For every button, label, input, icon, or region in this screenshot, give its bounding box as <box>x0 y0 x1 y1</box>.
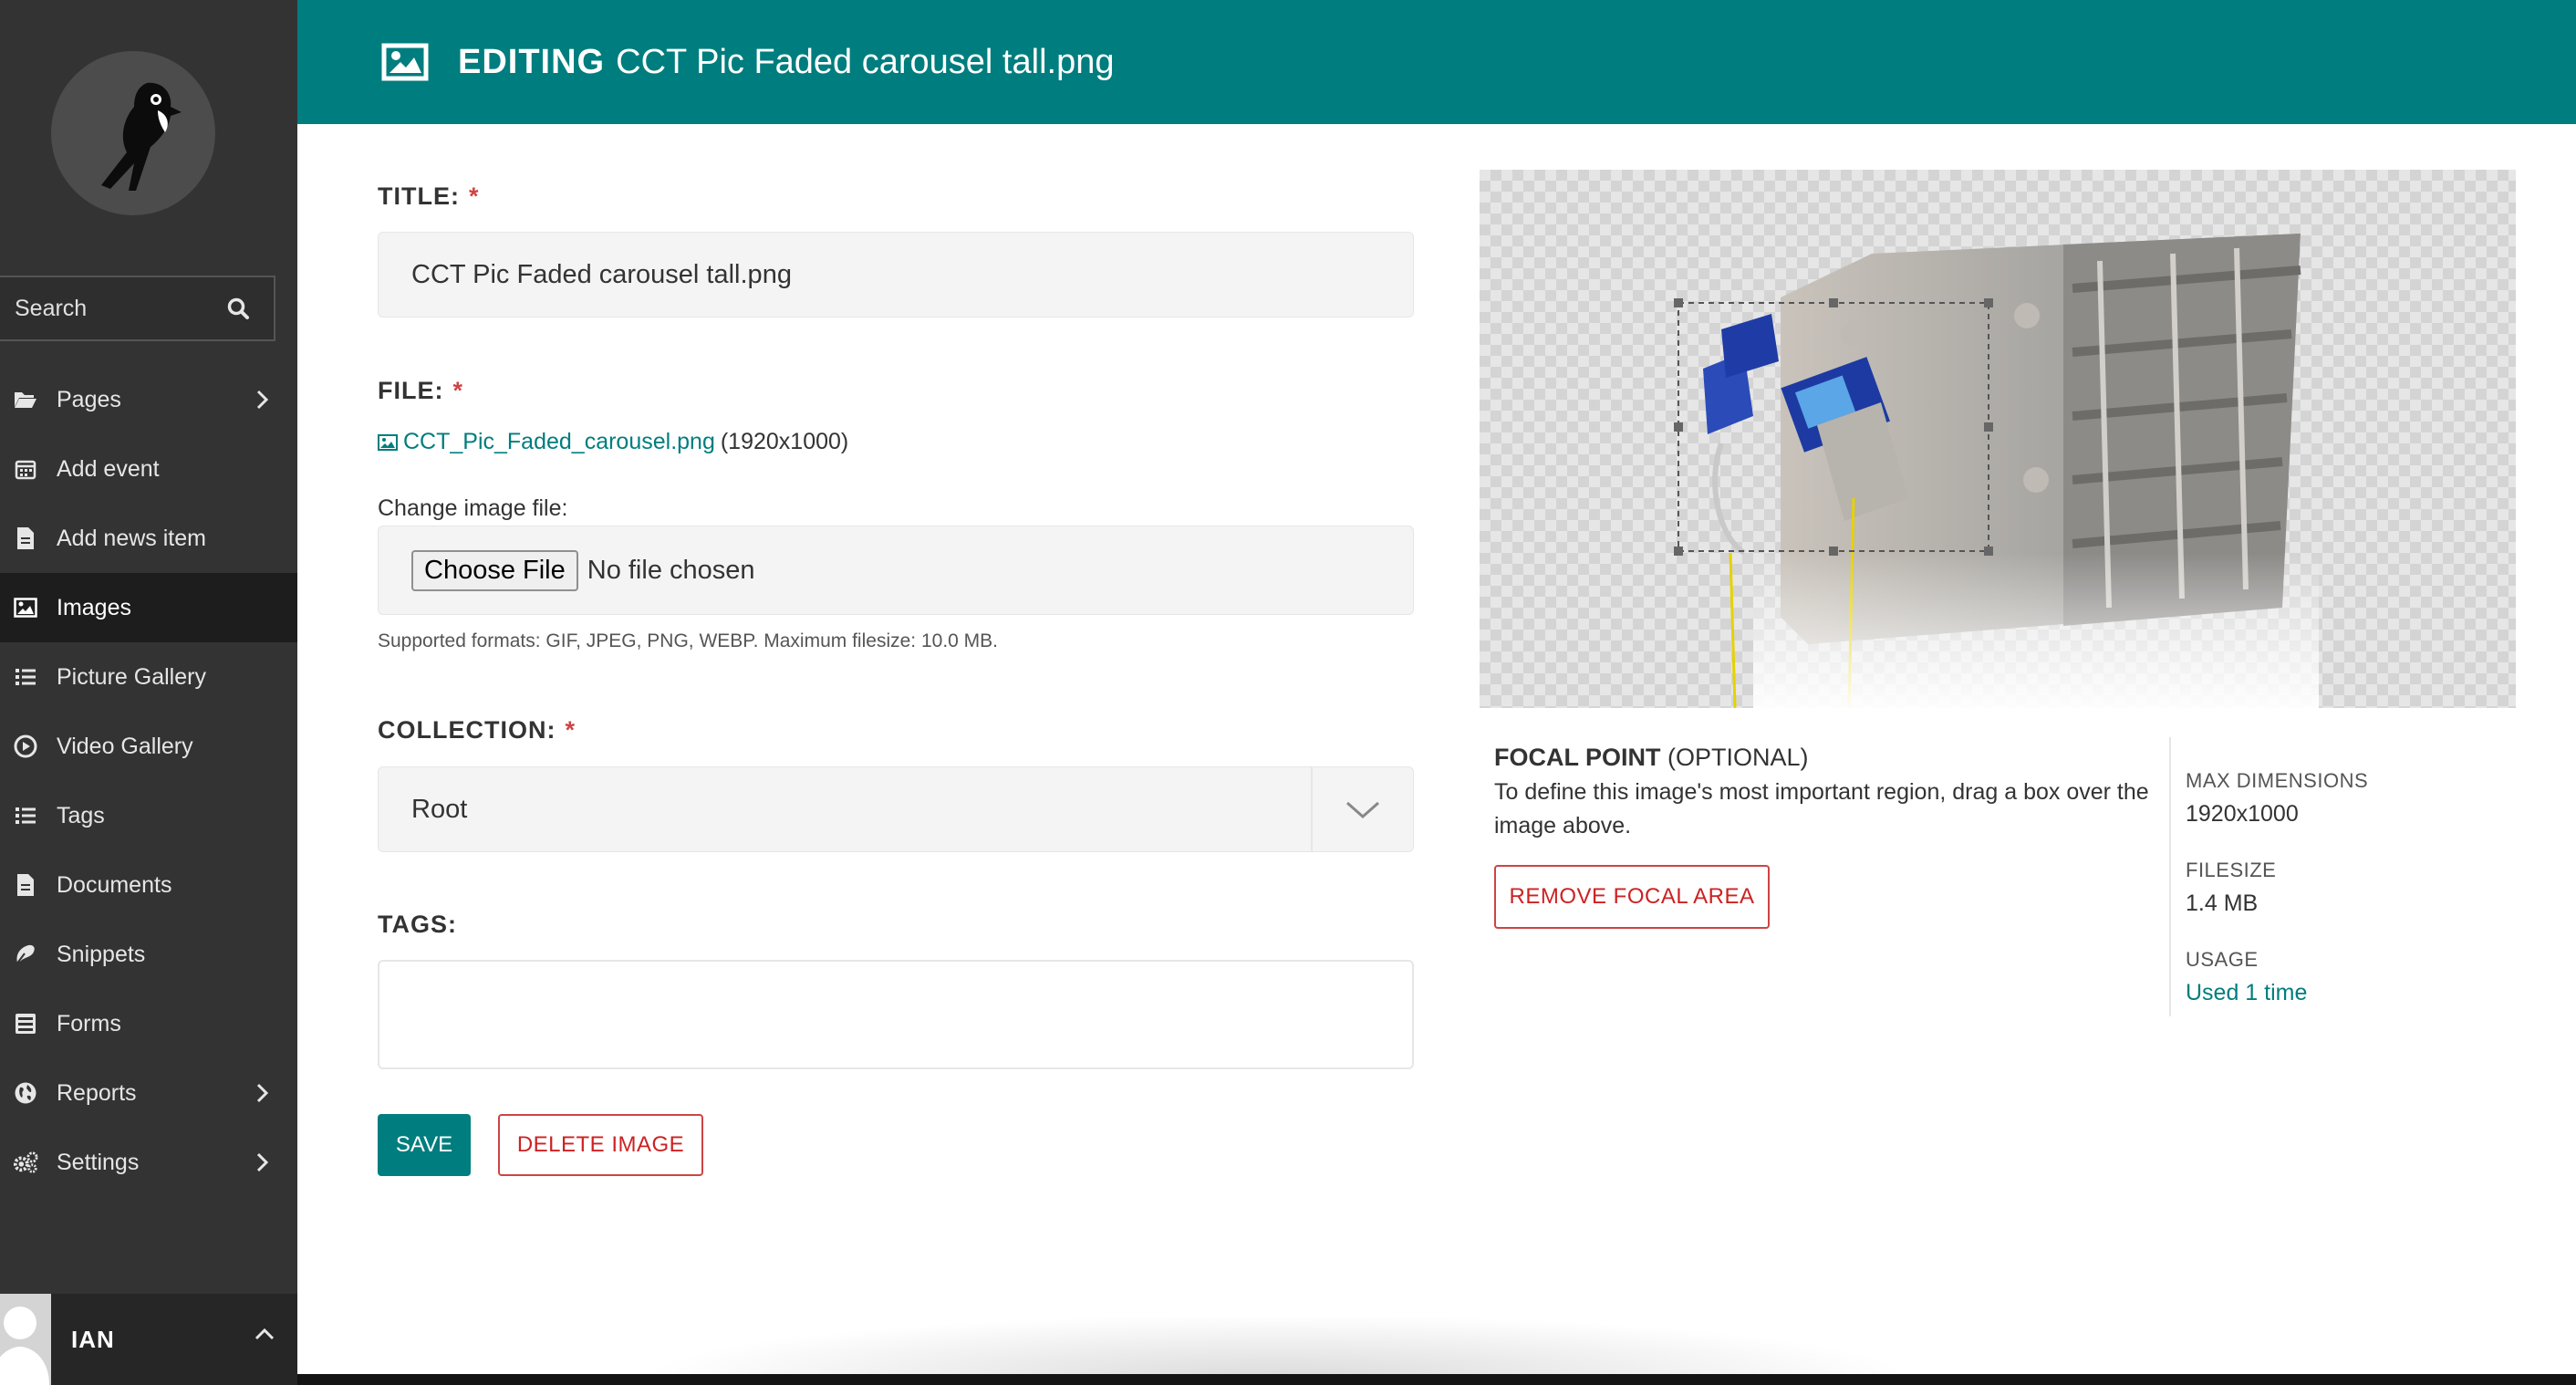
file-help-text: Supported formats: GIF, JPEG, PNG, WEBP.… <box>378 630 998 651</box>
filesize-value: 1.4 MB <box>2186 890 2259 916</box>
focal-title-strong: FOCAL POINT <box>1494 744 1661 771</box>
list-icon <box>13 803 38 828</box>
required-marker: * <box>452 377 464 404</box>
sidebar-item-label: Snippets <box>57 941 146 967</box>
change-file-label: Change image file: <box>378 495 568 521</box>
sidebar-menu: Pages Add event Add news item Images Pic… <box>0 365 297 1197</box>
sidebar-item-forms[interactable]: Forms <box>0 989 297 1058</box>
usage-label: USAGE <box>2186 948 2259 971</box>
avatar <box>0 1294 51 1385</box>
image-icon <box>381 43 429 81</box>
sidebar-item-label: Video Gallery <box>57 733 193 759</box>
save-button[interactable]: SAVE <box>378 1114 471 1176</box>
choose-file-button[interactable]: Choose File <box>411 549 578 591</box>
calendar-icon <box>13 456 38 482</box>
sidebar-item-pages[interactable]: Pages <box>0 365 297 434</box>
sidebar-search[interactable]: Search <box>0 276 275 341</box>
bird-logo-icon <box>101 82 182 191</box>
sidebar-item-label: Picture Gallery <box>57 663 206 690</box>
snippet-icon <box>13 942 38 967</box>
document-icon <box>13 872 38 898</box>
sidebar-item-label: Tags <box>57 802 105 828</box>
sidebar-item-label: Images <box>57 594 131 620</box>
required-marker: * <box>468 182 480 210</box>
wagtail-logo[interactable] <box>51 51 215 215</box>
title-label: TITLE: * <box>378 182 480 211</box>
file-label: FILE: * <box>378 377 463 405</box>
sidebar-item-label: Documents <box>57 871 172 898</box>
title-label-text: TITLE: <box>378 182 460 210</box>
no-file-chosen: No file chosen <box>587 555 755 585</box>
sidebar-item-reports[interactable]: Reports <box>0 1058 297 1128</box>
form-icon <box>13 1011 38 1036</box>
meta-divider <box>2169 737 2171 1016</box>
globe-icon <box>13 1080 38 1106</box>
sidebar-item-label: Add event <box>57 455 160 482</box>
sidebar-item-add-event[interactable]: Add event <box>0 434 297 504</box>
collection-selected: Root <box>411 794 468 824</box>
page-header: EDITING CCT Pic Faded carousel tall.png <box>297 0 2576 124</box>
title-input[interactable]: CCT Pic Faded carousel tall.png <box>378 232 1414 318</box>
sidebar-item-label: Pages <box>57 386 121 412</box>
focal-optional: (OPTIONAL) <box>1667 744 1809 771</box>
remove-focal-area-button[interactable]: REMOVE FOCAL AREA <box>1494 865 1770 929</box>
account-name: IAN <box>71 1325 115 1353</box>
focal-description: To define this image's most important re… <box>1494 779 2149 838</box>
file-dimensions: (1920x1000) <box>720 429 849 454</box>
chevron-right-icon <box>250 1150 275 1175</box>
max-dimensions-label: MAX DIMENSIONS <box>2186 769 2369 792</box>
sidebar-item-video-gallery[interactable]: Video Gallery <box>0 712 297 781</box>
sidebar: Search Pages Add event Add news item Ima… <box>0 0 297 1385</box>
folder-open-icon <box>13 387 38 412</box>
document-icon <box>13 526 38 551</box>
file-link[interactable]: CCT_Pic_Faded_carousel.png <box>403 429 715 455</box>
file-input[interactable]: Choose File No file chosen <box>378 526 1414 615</box>
filesize-label: FILESIZE <box>2186 859 2277 881</box>
account-menu[interactable]: IAN <box>0 1294 297 1385</box>
sidebar-item-settings[interactable]: Settings <box>0 1128 297 1197</box>
collection-select[interactable]: Root <box>378 766 1414 852</box>
play-circle-icon <box>13 734 38 759</box>
required-marker: * <box>565 716 576 744</box>
sidebar-item-label: Forms <box>57 1010 121 1036</box>
collection-label-text: COLLECTION: <box>378 716 556 744</box>
product-image <box>1674 234 2319 708</box>
focal-point-title: FOCAL POINT (OPTIONAL) <box>1494 744 1809 772</box>
cogs-icon <box>13 1150 38 1175</box>
list-icon <box>13 664 38 690</box>
search-input[interactable]: Search <box>15 296 87 322</box>
editing-prefix: EDITING <box>458 42 606 81</box>
sidebar-item-label: Settings <box>57 1149 140 1175</box>
search-icon[interactable] <box>226 297 250 320</box>
bottom-bar <box>297 1374 2576 1385</box>
chevron-up-icon <box>254 1327 275 1346</box>
tags-label: TAGS: <box>378 911 457 938</box>
sidebar-item-add-news-item[interactable]: Add news item <box>0 504 297 573</box>
footer-shadow <box>639 1314 1916 1378</box>
image-icon <box>13 595 38 620</box>
image-file-icon <box>378 433 398 451</box>
sidebar-item-images[interactable]: Images <box>0 573 297 642</box>
tags-input[interactable] <box>378 960 1414 1069</box>
image-preview[interactable] <box>1480 170 2516 708</box>
delete-image-button[interactable]: DELETE IMAGE <box>498 1114 703 1176</box>
image-title: CCT Pic Faded carousel tall.png <box>616 42 1115 81</box>
chevron-right-icon <box>250 387 275 412</box>
sidebar-item-snippets[interactable]: Snippets <box>0 920 297 989</box>
chevron-down-icon[interactable] <box>1311 767 1413 851</box>
chevron-right-icon <box>250 1080 275 1106</box>
max-dimensions-value: 1920x1000 <box>2186 801 2299 827</box>
sidebar-item-label: Add news item <box>57 525 206 551</box>
sidebar-item-label: Reports <box>57 1079 137 1106</box>
usage-link[interactable]: Used 1 time <box>2186 980 2307 1006</box>
sidebar-item-tags[interactable]: Tags <box>0 781 297 850</box>
sidebar-item-documents[interactable]: Documents <box>0 850 297 920</box>
page-title: EDITING CCT Pic Faded carousel tall.png <box>458 43 1114 82</box>
collection-label: COLLECTION: * <box>378 716 576 745</box>
sidebar-item-picture-gallery[interactable]: Picture Gallery <box>0 642 297 712</box>
current-file: CCT_Pic_Faded_carousel.png (1920x1000) <box>378 429 848 455</box>
file-label-text: FILE: <box>378 377 444 404</box>
